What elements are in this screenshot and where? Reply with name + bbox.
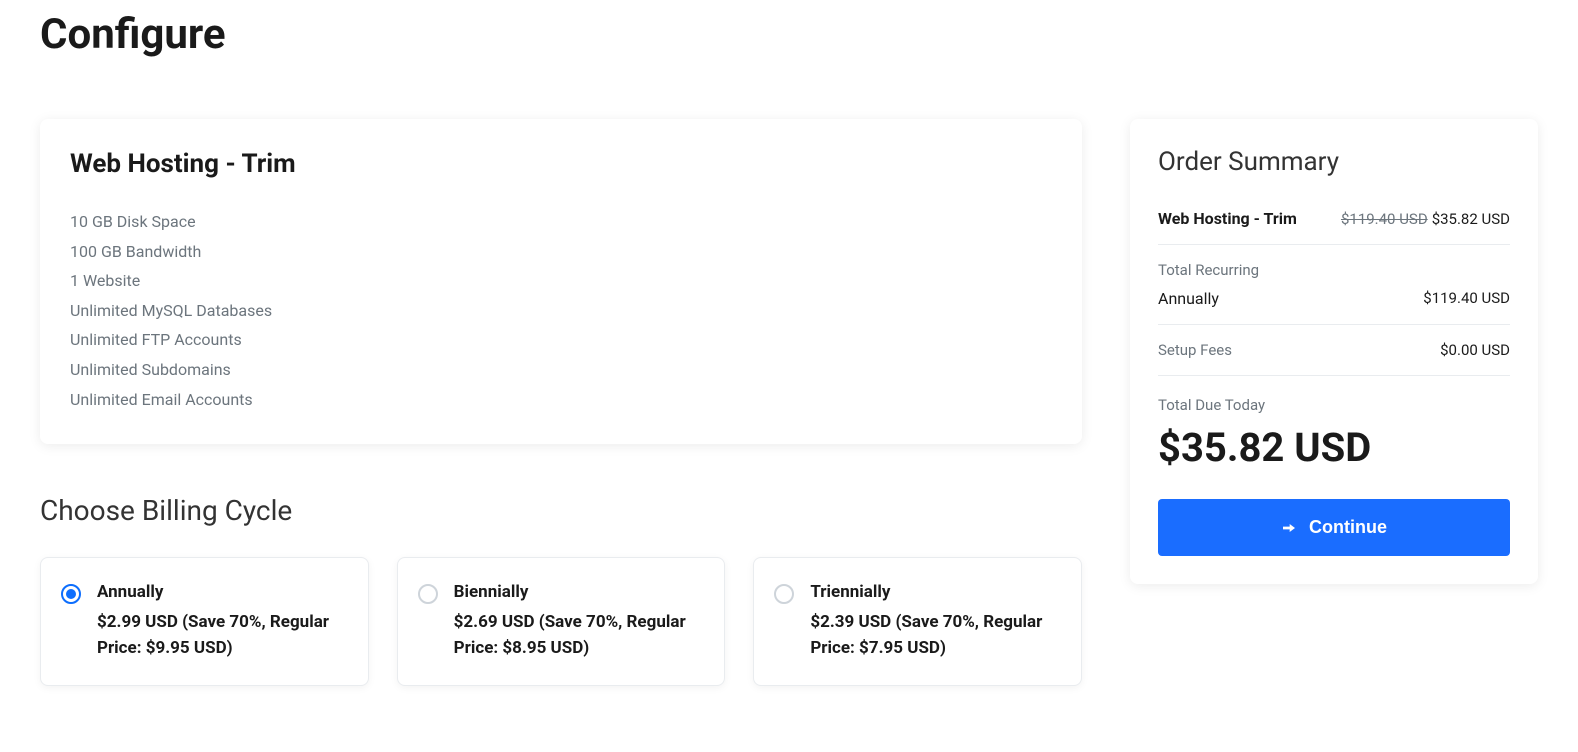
- order-summary-card: Order Summary Web Hosting - Trim $119.40…: [1130, 119, 1538, 584]
- radio-icon: [774, 584, 794, 604]
- billing-options: Annually $2.99 USD (Save 70%, Regular Pr…: [40, 557, 1082, 686]
- feature-item: Unlimited Email Accounts: [70, 385, 1052, 415]
- order-summary-title: Order Summary: [1158, 147, 1510, 177]
- continue-button-label: Continue: [1309, 517, 1387, 538]
- summary-setup-label: Setup Fees: [1158, 341, 1232, 359]
- feature-item: Unlimited MySQL Databases: [70, 296, 1052, 326]
- feature-item: Unlimited FTP Accounts: [70, 325, 1052, 355]
- summary-setup-amount: $0.00 USD: [1440, 341, 1510, 359]
- billing-option-annually[interactable]: Annually $2.99 USD (Save 70%, Regular Pr…: [40, 557, 369, 686]
- page-title: Configure: [40, 10, 1538, 59]
- product-card: Web Hosting - Trim 10 GB Disk Space 100 …: [40, 119, 1082, 444]
- summary-total-label: Total Due Today: [1158, 396, 1510, 414]
- summary-recurring-block: Total Recurring Annually $119.40 USD: [1158, 261, 1510, 325]
- feature-item: 10 GB Disk Space: [70, 207, 1052, 237]
- radio-icon: [61, 584, 81, 604]
- feature-item: 1 Website: [70, 266, 1052, 296]
- summary-item-row: Web Hosting - Trim $119.40 USD$35.82 USD: [1158, 209, 1510, 245]
- billing-section-title: Choose Billing Cycle: [40, 494, 1082, 527]
- feature-item: 100 GB Bandwidth: [70, 237, 1052, 267]
- feature-list: 10 GB Disk Space 100 GB Bandwidth 1 Webs…: [70, 207, 1052, 414]
- billing-option-triennially[interactable]: Triennially $2.39 USD (Save 70%, Regular…: [753, 557, 1082, 686]
- billing-option-name: Triennially: [810, 582, 1061, 602]
- billing-option-name: Biennially: [454, 582, 705, 602]
- summary-item-original-price: $119.40 USD: [1341, 210, 1428, 228]
- product-name: Web Hosting - Trim: [70, 149, 1052, 179]
- summary-recurring-label: Total Recurring: [1158, 261, 1510, 279]
- summary-item-current-price: $35.82 USD: [1432, 210, 1510, 228]
- summary-setup-row: Setup Fees $0.00 USD: [1158, 341, 1510, 376]
- summary-recurring-amount: $119.40 USD: [1423, 289, 1510, 308]
- summary-item-name: Web Hosting - Trim: [1158, 209, 1297, 228]
- billing-option-price: $2.99 USD (Save 70%, Regular Price: $9.9…: [97, 610, 348, 661]
- feature-item: Unlimited Subdomains: [70, 355, 1052, 385]
- radio-icon: [418, 584, 438, 604]
- summary-total-amount: $35.82 USD: [1158, 424, 1510, 471]
- continue-button[interactable]: Continue: [1158, 499, 1510, 556]
- billing-option-price: $2.39 USD (Save 70%, Regular Price: $7.9…: [810, 610, 1061, 661]
- summary-recurring-period: Annually: [1158, 289, 1219, 308]
- summary-item-price: $119.40 USD$35.82 USD: [1341, 210, 1510, 228]
- billing-option-price: $2.69 USD (Save 70%, Regular Price: $8.9…: [454, 610, 705, 661]
- billing-option-biennially[interactable]: Biennially $2.69 USD (Save 70%, Regular …: [397, 557, 726, 686]
- arrow-right-icon: [1281, 520, 1297, 536]
- billing-option-name: Annually: [97, 582, 348, 602]
